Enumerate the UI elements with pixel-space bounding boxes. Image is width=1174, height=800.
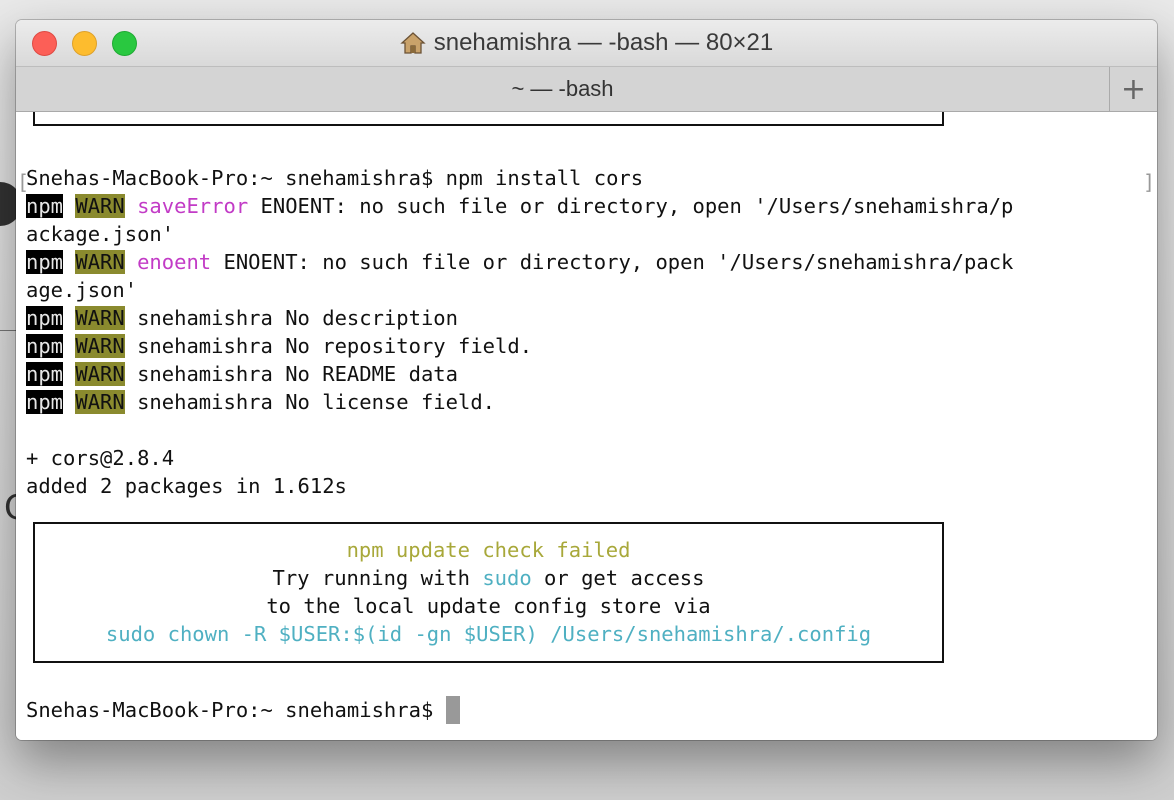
update-check-box: npm update check failed Try running with… (33, 522, 944, 663)
selection-bracket-right: ] (1143, 170, 1156, 194)
sudo-text: sudo (482, 566, 532, 590)
title-bar[interactable]: snehamishra — -bash — 80×21 (16, 20, 1157, 66)
box-command: sudo chown -R $USER:$(id -gn $USER) /Use… (105, 622, 872, 646)
title-wrap: snehamishra — -bash — 80×21 (16, 20, 1157, 66)
warn-tag: WARN (75, 306, 125, 330)
error-code: enoent (137, 250, 212, 274)
warn-line-2: npm WARN enoent ENOENT: no such file or … (26, 248, 1013, 276)
command-line: Snehas-MacBook-Pro:~ snehamishra$ npm in… (26, 166, 644, 190)
box-text: or get access (531, 566, 705, 590)
warn-tag: WARN (75, 362, 125, 386)
warn-tag: WARN (75, 334, 125, 358)
warn-text: snehamishra No license field. (124, 390, 496, 414)
tab-label: ~ — -bash (511, 76, 614, 101)
home-icon (400, 31, 426, 55)
warn-line-4: npm WARN snehamishra No repository field… (26, 332, 532, 360)
previous-box-bottom (33, 112, 944, 126)
install-summary: added 2 packages in 1.612s (26, 474, 347, 498)
warn-text: snehamishra No README data (124, 362, 458, 386)
warn-line-3: npm WARN snehamishra No description (26, 304, 458, 332)
npm-tag: npm (26, 334, 64, 358)
text-cursor (445, 696, 460, 724)
background-divider (0, 330, 16, 331)
warn-line-5: npm WARN snehamishra No README data (26, 360, 458, 388)
tab-bash[interactable]: ~ — -bash (16, 67, 1109, 111)
error-code: saveError (137, 194, 249, 218)
box-title: npm update check failed (346, 538, 631, 562)
tab-bar: ~ — -bash + (16, 66, 1157, 112)
window-title: snehamishra — -bash — 80×21 (433, 29, 774, 56)
npm-tag: npm (26, 194, 64, 218)
warn-line-1: npm WARN saveError ENOENT: no such file … (26, 192, 1013, 220)
box-line-3: to the local update config store via (266, 594, 711, 618)
warn-text: ENOENT: no such file or directory, open … (248, 194, 1014, 218)
npm-tag: npm (26, 390, 64, 414)
warn-text: ENOENT: no such file or directory, open … (211, 250, 1014, 274)
warn-text: snehamishra No repository field. (124, 334, 533, 358)
final-prompt-line: Snehas-MacBook-Pro:~ snehamishra$ (26, 696, 460, 724)
final-prompt: Snehas-MacBook-Pro:~ snehamishra$ (26, 698, 446, 722)
npm-tag: npm (26, 250, 64, 274)
warn-tag: WARN (75, 390, 125, 414)
npm-tag: npm (26, 306, 64, 330)
terminal-window: snehamishra — -bash — 80×21 ~ — -bash + … (16, 20, 1157, 740)
box-text: Try running with (272, 566, 483, 590)
npm-tag: npm (26, 362, 64, 386)
terminal-output[interactable]: [ ] Snehas-MacBook-Pro:~ snehamishra$ np… (16, 112, 1157, 740)
warn-line-6: npm WARN snehamishra No license field. (26, 388, 495, 416)
new-tab-button[interactable]: + (1109, 67, 1157, 111)
warn-tag: WARN (75, 194, 125, 218)
box-line-2: Try running with sudo or get access (35, 564, 942, 592)
wrap-line-2: age.json' (26, 278, 138, 302)
install-result: + cors@2.8.4 (26, 446, 175, 470)
wrap-line-1: ackage.json' (26, 222, 175, 246)
warn-text: snehamishra No description (124, 306, 458, 330)
warn-tag: WARN (75, 250, 125, 274)
